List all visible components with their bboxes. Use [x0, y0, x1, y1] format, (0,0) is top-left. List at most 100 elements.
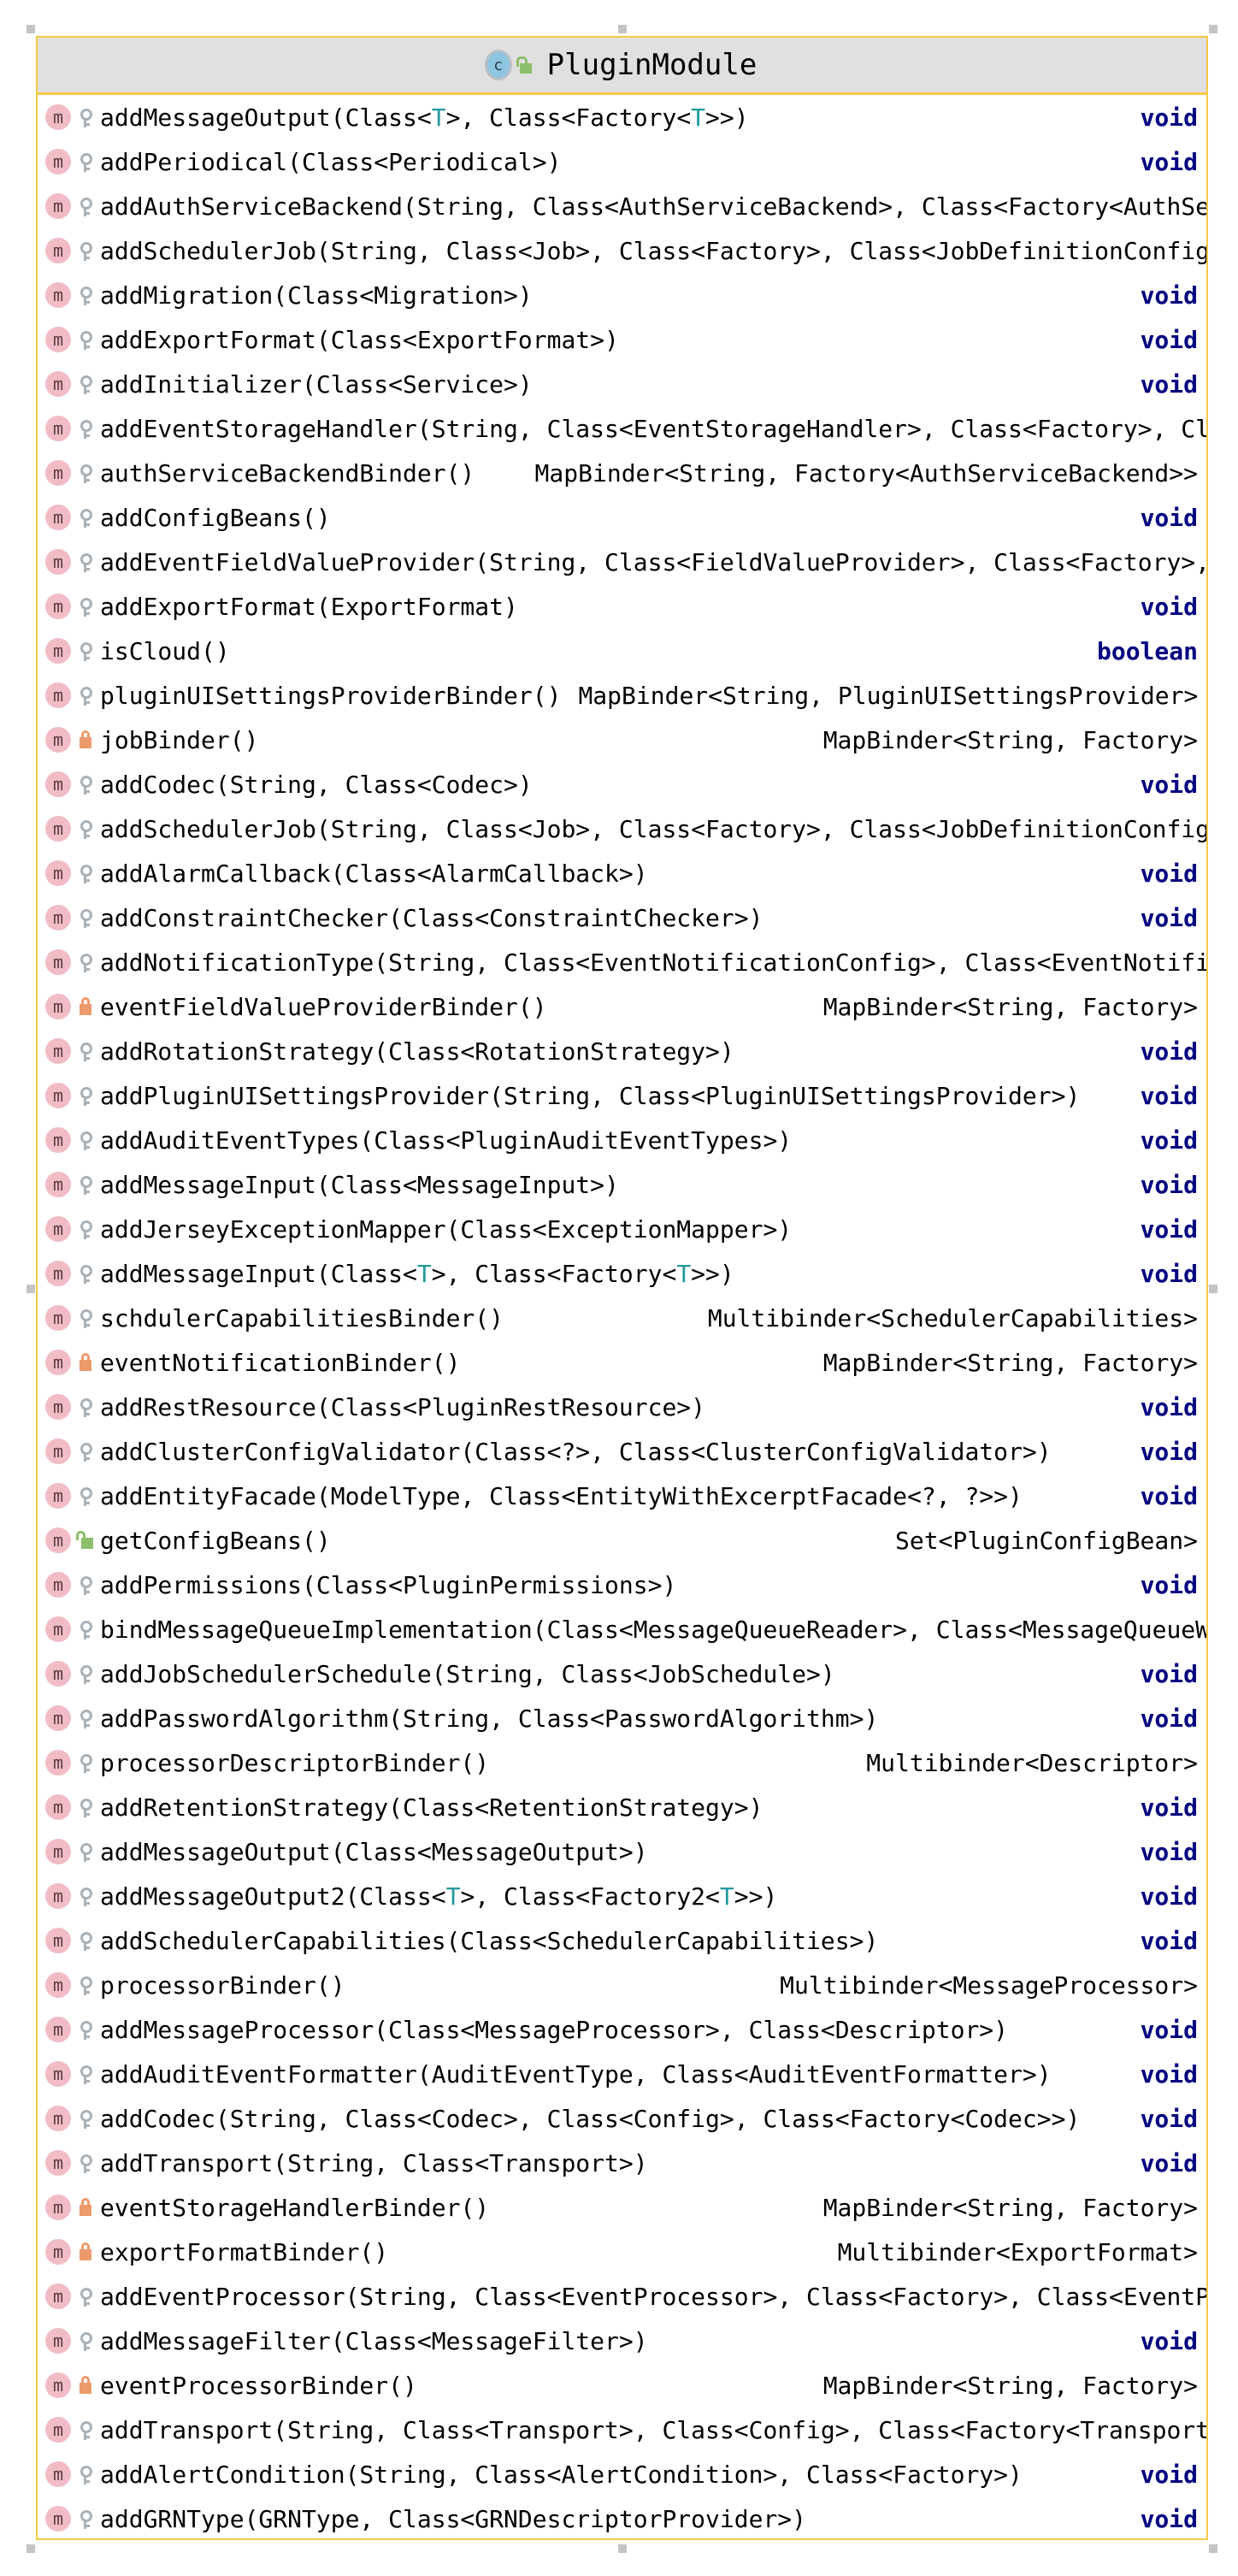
- method-signature: addMessageFilter(Class<MessageFilter>): [100, 2326, 648, 2355]
- method-signature: addAuditEventFormatter(AuditEventType, C…: [100, 2059, 1052, 2089]
- method-row[interactable]: m addMessageInput(Class<T>, Class<Factory…: [38, 1251, 1206, 1296]
- method-icon: m: [45, 1616, 71, 1642]
- method-row[interactable]: m addAuditEventTypes(Class<PluginAuditEve…: [38, 1118, 1206, 1162]
- method-row[interactable]: m addMessageOutput(Class<T>, Class<Factor…: [38, 95, 1206, 139]
- method-row[interactable]: m jobBinder() MapBinder<String, Factory>: [38, 718, 1206, 762]
- method-row[interactable]: m bindMessageQueueImplementation(Class<Me…: [38, 1607, 1206, 1651]
- method-icon: m: [45, 2239, 71, 2265]
- type-parameter: T: [431, 103, 446, 132]
- method-row[interactable]: m addConfigBeans() void: [38, 495, 1206, 540]
- method-row[interactable]: m addEntityFacade(ModelType, Class<Entity…: [38, 1474, 1206, 1518]
- method-row[interactable]: m exportFormatBinder() Multibinder<ExportF…: [38, 2230, 1206, 2274]
- method-row[interactable]: m schdulerCapabilitiesBinder() Multibinder…: [38, 1296, 1206, 1340]
- method-row[interactable]: m addExportFormat(Class<ExportFormat>) voi…: [38, 317, 1206, 362]
- method-row[interactable]: m addClusterConfigValidator(Class<?>, Cla…: [38, 1429, 1206, 1474]
- package-private-key-icon: [76, 1883, 95, 1909]
- return-type: void: [1140, 1882, 1198, 1911]
- method-row[interactable]: m addMessageOutput(Class<MessageOutput>) v…: [38, 1829, 1206, 1874]
- return-type: void: [1140, 147, 1198, 176]
- resize-handle-bottom[interactable]: [618, 2544, 627, 2553]
- method-row[interactable]: m addPermissions(Class<PluginPermissions>…: [38, 1563, 1206, 1607]
- method-icon: m: [45, 682, 71, 708]
- method-row[interactable]: m addMigration(Class<Migration>) void: [38, 273, 1206, 317]
- method-icon: m: [45, 104, 71, 130]
- method-row[interactable]: m addAlarmCallback(Class<AlarmCallback>) v…: [38, 851, 1206, 895]
- method-row[interactable]: m addInitializer(Class<Service>) void: [38, 362, 1206, 406]
- method-row[interactable]: m addAlertCondition(String, Class<AlertCo…: [38, 2452, 1206, 2496]
- method-row[interactable]: m addSchedulerJob(String, Class<Job>, Cla…: [38, 806, 1206, 851]
- method-row[interactable]: m eventStorageHandlerBinder() MapBinder<St…: [38, 2185, 1206, 2230]
- resize-handle-right[interactable]: [1209, 1285, 1217, 1293]
- return-type: void: [1140, 2059, 1198, 2089]
- method-signature: eventNotificationBinder(): [100, 1348, 461, 1377]
- method-signature: jobBinder(): [100, 725, 259, 754]
- method-row[interactable]: m addNotificationType(String, Class<Event…: [38, 940, 1206, 984]
- class-header[interactable]: c PluginModule: [38, 38, 1206, 95]
- method-row[interactable]: m addAuthServiceBackend(String, Class<Aut…: [38, 184, 1206, 228]
- method-row[interactable]: m addPeriodical(Class<Periodical>) void: [38, 139, 1206, 184]
- method-row[interactable]: m addRestResource(Class<PluginRestResourc…: [38, 1385, 1206, 1429]
- method-icon: m: [45, 1394, 71, 1420]
- return-type: boolean: [1096, 636, 1198, 665]
- method-row[interactable]: m addJerseyExceptionMapper(Class<Exceptio…: [38, 1207, 1206, 1251]
- method-row[interactable]: m processorBinder() Multibinder<MessagePro…: [38, 1963, 1206, 2007]
- return-type: void: [1140, 859, 1198, 888]
- private-lock-icon: [76, 2195, 95, 2220]
- method-row[interactable]: m pluginUISettingsProviderBinder() MapBind…: [38, 673, 1206, 718]
- method-row[interactable]: m addGRNType(GRNType, Class<GRNDescriptor…: [38, 2496, 1206, 2538]
- method-row[interactable]: m addTransport(String, Class<Transport>, …: [38, 2408, 1206, 2452]
- return-type: void: [1140, 1126, 1198, 1155]
- type-parameter: T: [719, 1882, 734, 1911]
- method-icon: m: [45, 549, 71, 575]
- package-private-key-icon: [76, 1216, 95, 1242]
- method-row[interactable]: m addMessageOutput2(Class<T>, Class<Facto…: [38, 1874, 1206, 1918]
- method-row[interactable]: m eventFieldValueProviderBinder() MapBinde…: [38, 984, 1206, 1029]
- method-signature: isCloud(): [100, 636, 230, 665]
- method-row[interactable]: m addRetentionStrategy(Class<RetentionStr…: [38, 1785, 1206, 1829]
- method-row[interactable]: m addRotationStrategy(Class<RotationStrat…: [38, 1029, 1206, 1073]
- method-row[interactable]: m getConfigBeans() Set<PluginConfigBean>: [38, 1518, 1206, 1563]
- method-row[interactable]: m processorDescriptorBinder() Multibinder<…: [38, 1740, 1206, 1785]
- resize-handle-left[interactable]: [27, 1285, 35, 1293]
- method-row[interactable]: m addSchedulerCapabilities(Class<Schedule…: [38, 1918, 1206, 1963]
- resize-handle-top-right[interactable]: [1209, 25, 1217, 33]
- method-row[interactable]: m addMessageProcessor(Class<MessageProces…: [38, 2007, 1206, 2052]
- resize-handle-bottom-left[interactable]: [27, 2544, 35, 2553]
- method-signature: addAlarmCallback(Class<AlarmCallback>): [100, 859, 648, 888]
- method-row[interactable]: m addCodec(String, Class<Codec>, Class<Co…: [38, 2096, 1206, 2141]
- method-row[interactable]: m addJobSchedulerSchedule(String, Class<J…: [38, 1651, 1206, 1696]
- method-row[interactable]: m addConstraintChecker(Class<ConstraintCh…: [38, 895, 1206, 940]
- class-diagram-node[interactable]: c PluginModule m addMessageOutput(Class<T…: [36, 36, 1208, 2540]
- method-icon: m: [45, 2328, 71, 2354]
- method-row[interactable]: m addMessageFilter(Class<MessageFilter>) v…: [38, 2319, 1206, 2363]
- method-row[interactable]: m addMessageInput(Class<MessageInput>) voi…: [38, 1162, 1206, 1207]
- package-private-key-icon: [76, 2461, 95, 2487]
- method-row[interactable]: m addPasswordAlgorithm(String, Class<Pass…: [38, 1696, 1206, 1740]
- method-row[interactable]: m addEventStorageHandler(String, Class<Ev…: [38, 406, 1206, 451]
- resize-handle-top-left[interactable]: [27, 25, 35, 33]
- return-type: void: [1140, 592, 1198, 621]
- resize-handle-top[interactable]: [618, 25, 627, 33]
- method-row[interactable]: m addPluginUISettingsProvider(String, Cla…: [38, 1073, 1206, 1118]
- method-row[interactable]: m addExportFormat(ExportFormat) void: [38, 584, 1206, 629]
- method-row[interactable]: m addCodec(String, Class<Codec>) void: [38, 762, 1206, 806]
- return-type: void: [1140, 503, 1198, 532]
- method-signature: addMessageOutput(Class<MessageOutput>): [100, 1837, 648, 1866]
- method-row[interactable]: m isCloud() boolean: [38, 629, 1206, 673]
- method-icon: m: [45, 1883, 71, 1909]
- method-icon: m: [45, 860, 71, 886]
- method-row[interactable]: m eventProcessorBinder() MapBinder<String,…: [38, 2363, 1206, 2408]
- method-icon: m: [45, 416, 71, 441]
- method-row[interactable]: m addEventProcessor(String, Class<EventPr…: [38, 2274, 1206, 2319]
- method-row[interactable]: m addAuditEventFormatter(AuditEventType, …: [38, 2052, 1206, 2096]
- method-row[interactable]: m authServiceBackendBinder() MapBinder<Str…: [38, 451, 1206, 495]
- method-icon: m: [45, 1350, 71, 1375]
- resize-handle-bottom-right[interactable]: [1209, 2544, 1217, 2553]
- method-row[interactable]: m addEventFieldValueProvider(String, Clas…: [38, 540, 1206, 584]
- private-lock-icon: [76, 2372, 95, 2398]
- method-signature: addMessageInput(Class<MessageInput>): [100, 1170, 619, 1199]
- method-icon: m: [45, 727, 71, 753]
- method-row[interactable]: m addTransport(String, Class<Transport>) v…: [38, 2141, 1206, 2185]
- method-row[interactable]: m eventNotificationBinder() MapBinder<Stri…: [38, 1340, 1206, 1385]
- method-row[interactable]: m addSchedulerJob(String, Class<Job>, Cla…: [38, 228, 1206, 273]
